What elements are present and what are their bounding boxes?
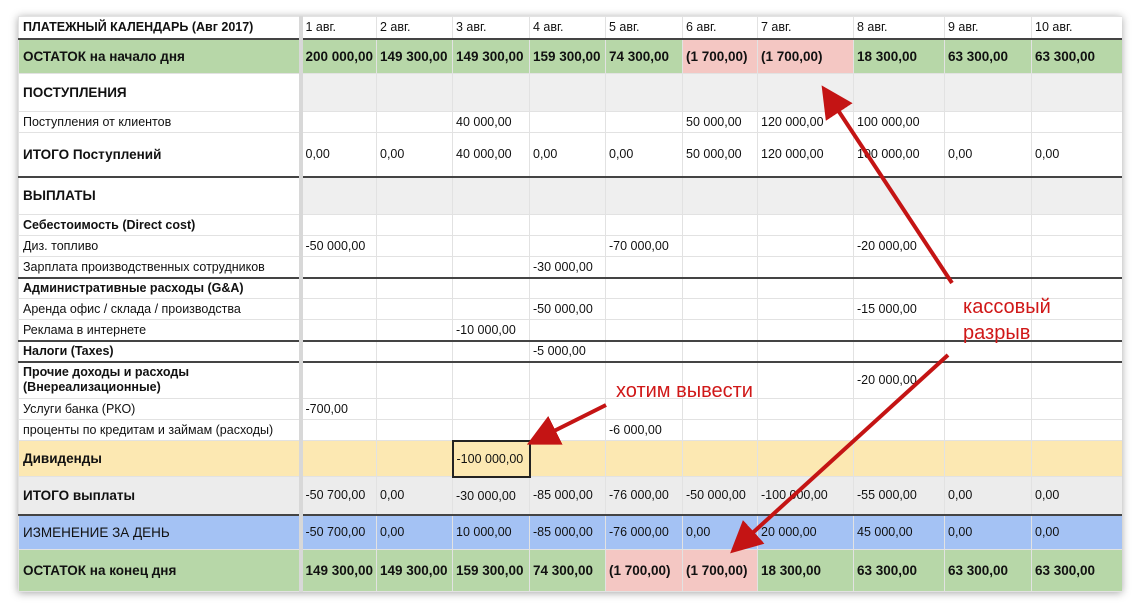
want-withdraw-label: хотим вывести <box>616 380 753 402</box>
cash-gap-label-2: разрыв <box>963 322 1031 344</box>
arrow-to-end-gap <box>730 353 950 554</box>
arrow-to-start-gap <box>821 85 954 285</box>
arrow-to-dividends <box>526 403 607 445</box>
cash-gap-label-1: кассовый <box>963 296 1051 318</box>
